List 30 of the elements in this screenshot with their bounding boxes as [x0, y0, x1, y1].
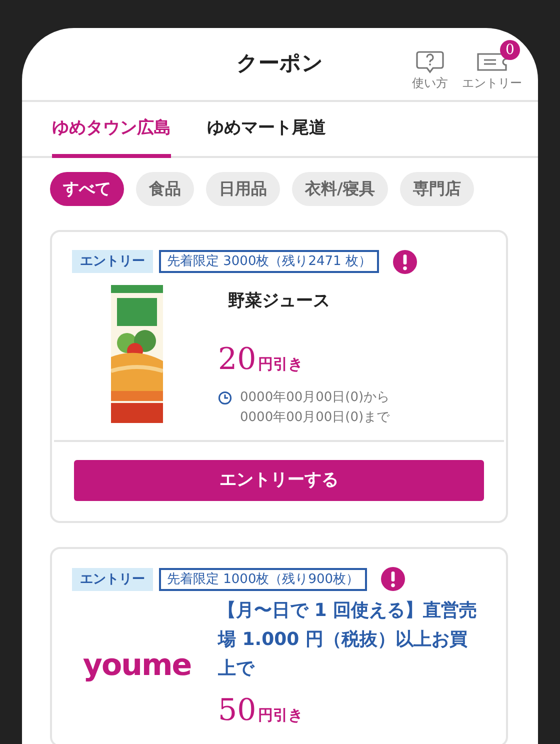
- brand-logo: youme: [82, 646, 192, 685]
- exclamation-icon: [381, 567, 406, 592]
- help-icon: [415, 50, 445, 74]
- store-tab[interactable]: ゆめタウン広島: [52, 102, 171, 158]
- entry-tag: エントリー: [72, 250, 153, 274]
- ticket-icon: [476, 50, 508, 74]
- screen-title: クーポン: [236, 50, 324, 78]
- limit-label: 先着限定 1000枚（残り900枚）: [159, 568, 368, 592]
- discount-amount: 20: [218, 340, 256, 379]
- count-badge: 0: [500, 40, 520, 60]
- category-chip[interactable]: 専門店: [400, 172, 474, 206]
- limit-label: 先着限定 3000枚（残り2471 枚）: [159, 250, 380, 274]
- entry-list-button[interactable]: エントリー 0: [462, 40, 522, 92]
- validity-period: 0000年00月00日(0)から: [240, 388, 390, 407]
- help-button[interactable]: 使い方: [412, 40, 448, 92]
- discount-unit: 円引き: [258, 704, 304, 726]
- discount-unit: 円引き: [258, 354, 304, 375]
- entry-tag: エントリー: [72, 568, 153, 592]
- exclamation-icon: [393, 250, 418, 274]
- discount-amount: 50: [218, 692, 256, 730]
- category-chip[interactable]: 衣料/寝具: [292, 172, 388, 206]
- category-chip[interactable]: すべて: [50, 172, 124, 206]
- category-chip[interactable]: 日用品: [206, 172, 280, 206]
- store-tab[interactable]: ゆめマート尾道: [207, 102, 326, 158]
- coupon-title: 野菜ジュース: [227, 290, 331, 312]
- clock-icon: [218, 390, 232, 405]
- coupon-title: 【月〜日で 1 回使える】直営売場 1.000 円（税抜）以上お買上で: [218, 599, 478, 682]
- validity-period: 0000年00月00日(0)まで: [240, 408, 390, 427]
- category-chip[interactable]: 食品: [136, 172, 194, 206]
- entry-button[interactable]: エントリーする: [74, 460, 484, 502]
